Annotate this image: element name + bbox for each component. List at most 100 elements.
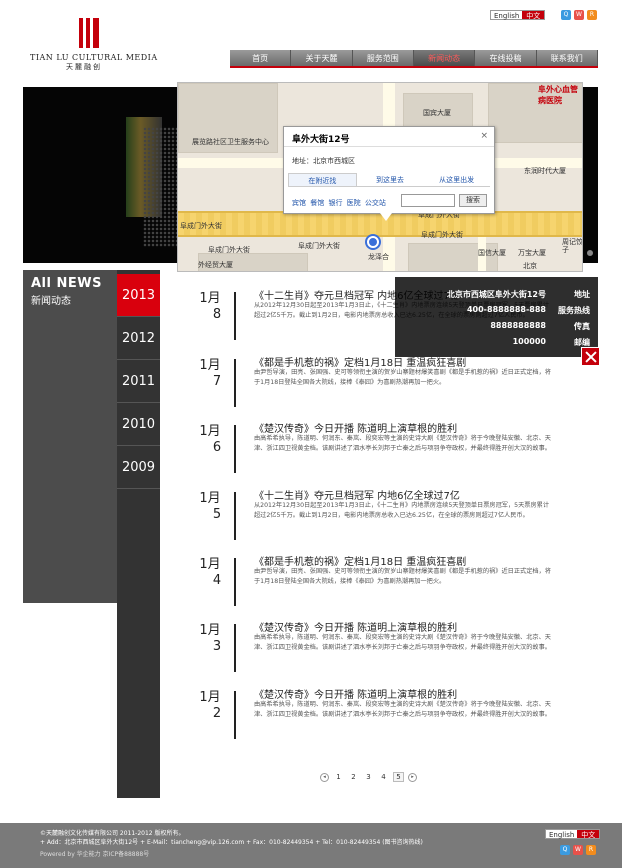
news-title[interactable]: 《都是手机惹的祸》定档1月18日 重温疯狂喜剧	[254, 553, 466, 568]
news-title[interactable]: 《楚汉传奇》今日开播 陈道明上演草根的胜利	[254, 619, 457, 634]
news-month: 1月	[199, 690, 221, 705]
language-switcher: English 中文	[490, 10, 546, 20]
news-item[interactable]: 1月 6 《楚汉传奇》今日开播 陈道明上演草根的胜利 由高希希执导，陈道明、何润…	[196, 420, 586, 480]
news-summary: 由尹哲导演，田亮、张国强、史可等领衔主演的贺岁山寨题材爆笑喜剧《都是手机惹的祸》…	[254, 568, 551, 585]
map-label-street: 阜成门外大街	[298, 242, 340, 250]
news-title[interactable]: 《楚汉传奇》今日开播 陈道明上演草根的胜利	[254, 686, 457, 701]
news-month: 1月	[199, 491, 221, 506]
news-item[interactable]: 1月 2 《楚汉传奇》今日开播 陈道明上演草根的胜利 由高希希执导，陈道明、何润…	[196, 686, 586, 746]
logo-chinese: 天麓融创	[66, 63, 102, 71]
map-label-guobin: 国宾大厦	[423, 109, 451, 117]
footer-social-icons: Q W R	[560, 845, 596, 855]
qq-icon[interactable]: Q	[561, 10, 571, 20]
news-day: 3	[212, 639, 222, 654]
news-title[interactable]: 《楚汉传奇》今日开播 陈道明上演草根的胜利	[254, 420, 457, 435]
page-1[interactable]: 1	[333, 773, 344, 781]
news-item[interactable]: 1月 7 《都是手机惹的祸》定档1月18日 重温疯狂喜剧 由尹哲导演，田亮、张国…	[196, 354, 586, 414]
year-2011[interactable]: 2011	[117, 360, 160, 403]
news-divider	[234, 492, 236, 540]
contact-fax-label: 传真	[574, 322, 590, 331]
map-label-street: 阜成门外大街	[208, 246, 250, 254]
contact-hotline: 400-8888888-888	[466, 305, 546, 314]
year-2010[interactable]: 2010	[117, 403, 160, 446]
location-map[interactable]: 阜外心血管病医院 国宾大厦 展览路社区卫生服务中心 东润时代大厦 阜成门外大街 …	[177, 82, 583, 272]
popup-tail	[380, 213, 392, 221]
footer-language-switcher: English 中文	[545, 829, 601, 839]
nav-about[interactable]: 关于天麓	[291, 50, 353, 66]
contact-address-label: 地址	[574, 290, 590, 299]
map-label-guoxin: 国信大厦	[478, 249, 506, 257]
qq-icon[interactable]: Q	[560, 845, 570, 855]
news-item[interactable]: 1月 4 《都是手机惹的祸》定档1月18日 重温疯狂喜剧 由尹哲导演，田亮、张国…	[196, 553, 586, 613]
nav-services[interactable]: 服务范围	[353, 50, 414, 66]
news-summary: 从2012年12月30日起至2013年1月3日止，《十二生肖》内地票房连续5天登…	[254, 502, 550, 519]
page-2[interactable]: 2	[348, 773, 359, 781]
popup-title: 阜外大街12号	[292, 135, 350, 145]
year-2013[interactable]: 2013	[117, 274, 160, 317]
news-summary: 由高希希执导，陈道明、何润东、秦岚、段奕宏等主演的史诗大剧《楚汉传奇》将于今晚登…	[254, 435, 551, 452]
search-button[interactable]: 搜索	[459, 194, 487, 207]
tab-start-here[interactable]: 从这里出发	[423, 173, 490, 186]
news-divider	[234, 359, 236, 407]
news-summary: 由高希希执导，陈道明、何润东、秦岚、段奕宏等主演的史诗大剧《楚汉传奇》将于今晚登…	[254, 701, 551, 718]
popup-close-icon[interactable]: ×	[480, 131, 488, 141]
footer: ©天麓融创文化传媒有限公司 2011-2012 版权所有。 + Add：北京市西…	[0, 823, 622, 868]
contact-panel: 北京市西城区阜外大街12号 地址 400-8888888-888 服务热线 88…	[395, 277, 598, 357]
news-item[interactable]: 1月 3 《楚汉传奇》今日开播 陈道明上演草根的胜利 由高希希执导，陈道明、何润…	[196, 619, 586, 679]
page-3[interactable]: 3	[363, 773, 374, 781]
year-2012[interactable]: 2012	[117, 317, 160, 360]
news-month: 1月	[199, 358, 221, 373]
page-5[interactable]: 5	[393, 772, 404, 782]
location-pin-icon[interactable]	[367, 236, 379, 248]
logo-icon[interactable]	[79, 18, 99, 48]
map-label-zhouji: 周记饺子	[562, 238, 583, 254]
news-divider	[234, 691, 236, 739]
news-title[interactable]: 《十二生肖》夺元旦档冠军 内地6亿全球过7亿	[254, 487, 460, 502]
close-icon[interactable]	[581, 347, 600, 366]
pagination: ◂ 1 2 3 4 5 ▸	[320, 772, 417, 782]
rss-icon[interactable]: R	[586, 845, 596, 855]
main-nav: 首页 关于天麓 服务范围 新闻动态 在线投稿 联系我们	[230, 50, 598, 68]
map-label-street: 阜成门外大街	[180, 222, 222, 230]
footer-lang-english[interactable]: English	[546, 830, 578, 839]
news-month: 1月	[199, 424, 221, 439]
year-list: 2013 2012 2011 2010 2009	[117, 270, 160, 798]
map-label-clinic: 展览路社区卫生服务中心	[192, 138, 269, 146]
news-day: 4	[212, 573, 222, 588]
weibo-icon[interactable]: W	[574, 10, 584, 20]
year-2009[interactable]: 2009	[117, 446, 160, 489]
lang-english[interactable]: English	[491, 11, 523, 20]
weibo-icon[interactable]: W	[573, 845, 583, 855]
nav-home[interactable]: 首页	[230, 50, 292, 66]
popup-address: 地址：北京市西城区	[292, 157, 355, 165]
map-label-dongrun: 东润时代大厦	[524, 167, 566, 175]
contact-hotline-row: 400-8888888-888 服务热线	[395, 305, 590, 316]
map-label-hospital: 阜外心血管病医院	[538, 85, 578, 105]
nav-submit[interactable]: 在线投稿	[475, 50, 537, 66]
contact-hotline-label: 服务热线	[558, 306, 590, 315]
nav-news[interactable]: 新闻动态	[413, 50, 476, 66]
slider-dot[interactable]	[587, 250, 593, 256]
news-item[interactable]: 1月 5 《十二生肖》夺元旦档冠军 内地6亿全球过7亿 从2012年12月30日…	[196, 487, 586, 547]
popup-divider	[284, 146, 494, 147]
contact-zip-row: 100000 邮编	[395, 337, 590, 348]
nav-contact[interactable]: 联系我们	[537, 50, 598, 66]
contact-fax-row: 8888888888 传真	[395, 321, 590, 332]
contact-address: 北京市西城区阜外大街12号	[446, 290, 546, 299]
prev-page-icon[interactable]: ◂	[320, 772, 329, 782]
tab-nearby[interactable]: 在附近找	[288, 173, 357, 186]
rss-icon[interactable]: R	[587, 10, 597, 20]
next-page-icon[interactable]: ▸	[408, 772, 417, 782]
nearby-links[interactable]: 宾馆 餐馆 银行 医院 公交站	[292, 198, 386, 208]
map-label-street: 阜成门外大街	[421, 231, 463, 239]
map-label-beijing: 北京	[523, 262, 537, 270]
logo-english: TIAN LU CULTURAL MEDIA	[30, 53, 158, 62]
contact-zip: 100000	[512, 337, 546, 346]
tab-go-here[interactable]: 到这里去	[357, 173, 424, 186]
nearby-search-input[interactable]	[401, 194, 455, 207]
map-info-popup: 阜外大街12号 × 地址：北京市西城区 在附近找 到这里去 从这里出发 宾馆 餐…	[283, 126, 495, 221]
footer-lang-chinese[interactable]: 中文	[577, 830, 600, 839]
page-4[interactable]: 4	[378, 773, 389, 781]
footer-powered: Powered by 华企能力 京ICP备88888号	[40, 851, 150, 858]
lang-chinese[interactable]: 中文	[522, 11, 545, 20]
